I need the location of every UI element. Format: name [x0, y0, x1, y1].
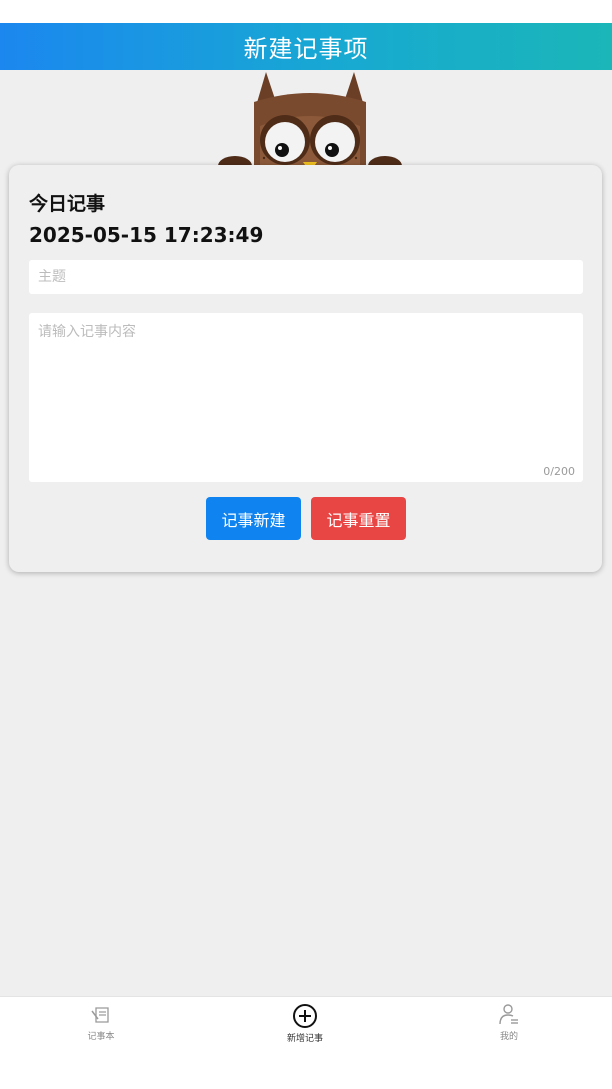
- tab-label: 我的: [499, 1032, 518, 1042]
- status-bar: [0, 0, 612, 23]
- subject-input[interactable]: [29, 260, 583, 294]
- bottom-tab-bar: 记事本 新增记事 我的: [0, 996, 612, 1089]
- card-heading: 今日记事: [29, 193, 106, 215]
- user-icon: [499, 1004, 518, 1025]
- page-title: 新建记事项: [243, 35, 369, 63]
- notebook-icon: [91, 1007, 109, 1023]
- tab-label: 新增记事: [286, 1034, 323, 1044]
- tab-label: 记事本: [87, 1032, 115, 1042]
- char-counter: 0/200: [543, 465, 575, 478]
- current-datetime: 2025-05-15 17:23:49: [29, 223, 264, 247]
- owl-mascot-icon: [218, 72, 402, 176]
- reset-note-button[interactable]: 记事重置: [311, 497, 406, 540]
- app-screen: 新建记事项 今日记事 2025-05-15 17:23:49 主题 请输入记事内…: [0, 0, 612, 1089]
- content-textarea[interactable]: [29, 313, 583, 482]
- tab-notebook[interactable]: 记事本: [56, 1003, 146, 1047]
- tab-new-note[interactable]: 新增记事: [260, 1003, 350, 1047]
- note-card: 今日记事 2025-05-15 17:23:49 0/200 记事新建 记事重置: [9, 165, 602, 572]
- app-header: 新建记事项: [0, 23, 612, 70]
- plus-circle-icon: [293, 1004, 317, 1028]
- content-field: 0/200: [29, 313, 583, 482]
- tab-profile[interactable]: 我的: [464, 1003, 554, 1047]
- create-note-button[interactable]: 记事新建: [206, 497, 301, 540]
